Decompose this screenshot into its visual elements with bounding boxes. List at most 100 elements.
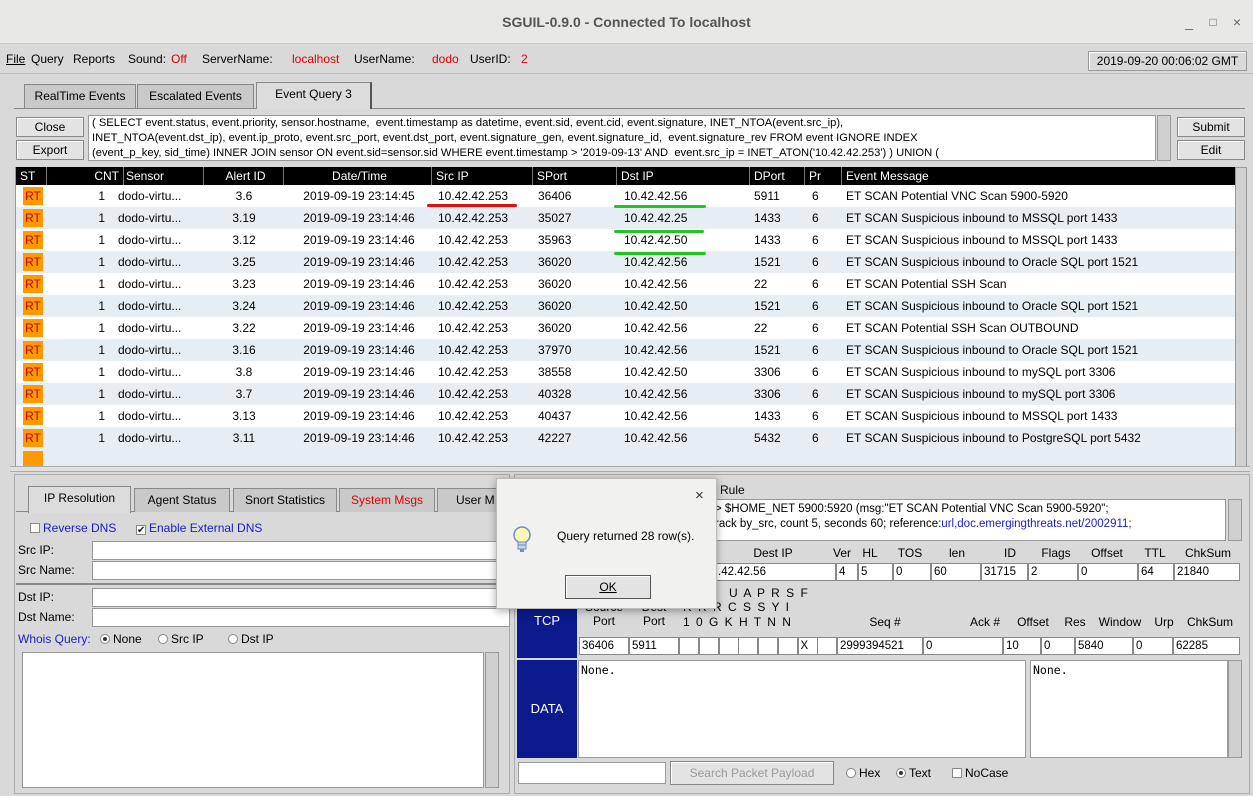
status-badge[interactable]: RT	[23, 209, 43, 227]
menu-query[interactable]: Query	[31, 52, 64, 66]
data-ascii-view[interactable]: None.	[1030, 660, 1228, 758]
status-badge[interactable]: RT	[23, 253, 43, 271]
col-header-datetime[interactable]: Date/Time	[284, 167, 432, 185]
tcp-urp-value[interactable]: 0	[1133, 637, 1173, 655]
tab-user-msgs[interactable]: User M	[437, 488, 499, 512]
menu-file[interactable]: File	[6, 52, 25, 66]
table-row[interactable]: RT 1 dodo-virtu... 3.24 2019-09-19 23:14:46 1…	[16, 295, 1235, 317]
search-payload-button[interactable]: Search Packet Payload	[670, 761, 834, 785]
src-ip-field[interactable]	[92, 541, 510, 560]
tcp-chksum-value[interactable]: 62285	[1173, 637, 1240, 655]
col-header-sensor[interactable]: Sensor	[124, 167, 204, 185]
status-badge[interactable]: RT	[23, 319, 43, 337]
dst-ip-field[interactable]	[92, 588, 510, 607]
ip-tos-value[interactable]: 0	[893, 563, 931, 581]
table-row[interactable]: RT 1 dodo-virtu... 3.8 2019-09-19 23:14:46 10…	[16, 361, 1235, 383]
close-query-button[interactable]: Close	[16, 117, 84, 137]
table-row[interactable]: RT 1 dodo-virtu... 3.13 2019-09-19 23:14:46 1…	[16, 405, 1235, 427]
status-badge[interactable]: RT	[23, 341, 43, 359]
tcp-window-value[interactable]: 5840	[1075, 637, 1133, 655]
whois-src-radio[interactable]: Src IP	[158, 632, 204, 646]
table-row[interactable]: RT 1 dodo-virtu... 3.19 2019-09-19 23:14:46 1…	[16, 207, 1235, 229]
tcp-flag-cell[interactable]	[758, 637, 778, 655]
tab-ip-resolution[interactable]: IP Resolution	[28, 486, 131, 513]
tcp-ack-value[interactable]: 0	[923, 637, 1003, 655]
tcp-seq-value[interactable]: 2999394521	[837, 637, 923, 655]
ip-ttl-value[interactable]: 64	[1138, 563, 1174, 581]
ip-chksum-value[interactable]: 21840	[1174, 563, 1240, 581]
menu-reports[interactable]: Reports	[73, 52, 115, 66]
ip-len-value[interactable]: 60	[931, 563, 981, 581]
dialog-ok-button[interactable]: OK	[565, 575, 651, 599]
tab-escalated-events[interactable]: Escalated Events	[137, 84, 254, 108]
status-badge[interactable]: RT	[23, 385, 43, 403]
ip-dest-ip-value[interactable]: .42.42.56	[716, 563, 836, 581]
tcp-flag-cell[interactable]	[777, 637, 798, 655]
sound-value[interactable]: Off	[171, 52, 187, 66]
query-text[interactable]: ( SELECT event.status, event.priority, s…	[88, 115, 1156, 161]
src-name-field[interactable]	[92, 561, 510, 580]
col-header-pr[interactable]: Pr	[805, 167, 842, 185]
tab-system-msgs[interactable]: System Msgs	[339, 488, 435, 512]
tcp-flag-cell[interactable]	[698, 637, 719, 655]
submit-button[interactable]: Submit	[1177, 117, 1245, 137]
ip-offset-value[interactable]: 0	[1078, 563, 1138, 581]
tab-realtime-events[interactable]: RealTime Events	[24, 84, 136, 108]
table-row[interactable]: RT 1 dodo-virtu... 3.22 2019-09-19 23:14:46 1…	[16, 317, 1235, 339]
nocase-checkbox[interactable]: NoCase	[952, 766, 1008, 780]
grid-scrollbar[interactable]	[1235, 167, 1247, 467]
col-header-src-ip[interactable]: Src IP	[432, 167, 533, 185]
tcp-flag-cell[interactable]	[718, 637, 739, 655]
data-hex-view[interactable]: None.	[578, 660, 1026, 758]
ip-hl-value[interactable]: 5	[858, 563, 893, 581]
edit-button[interactable]: Edit	[1177, 140, 1245, 160]
whois-none-radio[interactable]: None	[100, 632, 142, 646]
tcp-flag-cell[interactable]	[738, 637, 759, 655]
ip-ver-value[interactable]: 4	[836, 563, 858, 581]
whois-output[interactable]	[22, 652, 484, 788]
whois-dst-radio[interactable]: Dst IP	[228, 632, 274, 646]
table-row[interactable]: RT 1 dodo-virtu... 3.16 2019-09-19 23:14:46 1…	[16, 339, 1235, 361]
tab-snort-statistics[interactable]: Snort Statistics	[233, 488, 337, 512]
table-row[interactable]: RT 1 dodo-virtu... 3.23 2019-09-19 23:14:46 1…	[16, 273, 1235, 295]
pane-splitter[interactable]	[10, 466, 1250, 472]
status-badge[interactable]: RT	[23, 275, 43, 293]
status-badge[interactable]: RT	[23, 187, 43, 205]
col-header-st[interactable]: ST	[16, 167, 47, 185]
tcp-offset-value[interactable]: 10	[1003, 637, 1041, 655]
whois-scrollbar[interactable]	[485, 652, 499, 788]
maximize-button[interactable]: □	[1203, 12, 1223, 32]
col-header-dport[interactable]: DPort	[750, 167, 805, 185]
export-button[interactable]: Export	[16, 140, 84, 160]
rule-scrollbar[interactable]	[1228, 499, 1242, 541]
tcp-res-value[interactable]: 0	[1041, 637, 1075, 655]
tcp-flag-cell[interactable]	[679, 637, 699, 655]
tcp-src-port-value[interactable]: 36406	[579, 637, 629, 655]
table-row[interactable]: RT 1 dodo-virtu... 3.11 2019-09-19 23:14:46 1…	[16, 427, 1235, 449]
col-header-dst-ip[interactable]: Dst IP	[617, 167, 750, 185]
status-badge[interactable]: RT	[23, 231, 43, 249]
tab-agent-status[interactable]: Agent Status	[134, 488, 230, 512]
status-badge[interactable]: RT	[23, 363, 43, 381]
status-badge[interactable]: RT	[23, 429, 43, 447]
status-badge[interactable]: RT	[23, 297, 43, 315]
minimize-button[interactable]: _	[1179, 12, 1199, 32]
col-header-event-message[interactable]: Event Message	[842, 167, 1235, 185]
tcp-flag-cell[interactable]: X	[797, 637, 818, 655]
col-header-alert-id[interactable]: Alert ID	[204, 167, 284, 185]
status-badge[interactable]: RT	[23, 407, 43, 425]
ip-flags-value[interactable]: 2	[1028, 563, 1078, 581]
tcp-dst-port-value[interactable]: 5911	[629, 637, 679, 655]
reverse-dns-checkbox[interactable]: Reverse DNS	[30, 521, 116, 535]
col-header-cnt[interactable]: CNT	[47, 167, 124, 185]
hex-radio[interactable]: Hex	[846, 766, 880, 780]
dialog-close-button[interactable]: ×	[695, 487, 704, 504]
ip-id-value[interactable]: 31715	[981, 563, 1028, 581]
data-scrollbar[interactable]	[1228, 660, 1242, 758]
rule-reference-link[interactable]: url,doc.emergingthreats.net/2002911;	[941, 518, 1131, 530]
table-row[interactable]: RT 1 dodo-virtu... 3.7 2019-09-19 23:14:46 10…	[16, 383, 1235, 405]
close-window-button[interactable]: ×	[1227, 12, 1247, 32]
col-header-sport[interactable]: SPort	[533, 167, 617, 185]
query-scrollbar[interactable]	[1157, 115, 1171, 161]
external-dns-checkbox[interactable]: ✔ Enable External DNS	[136, 521, 262, 536]
